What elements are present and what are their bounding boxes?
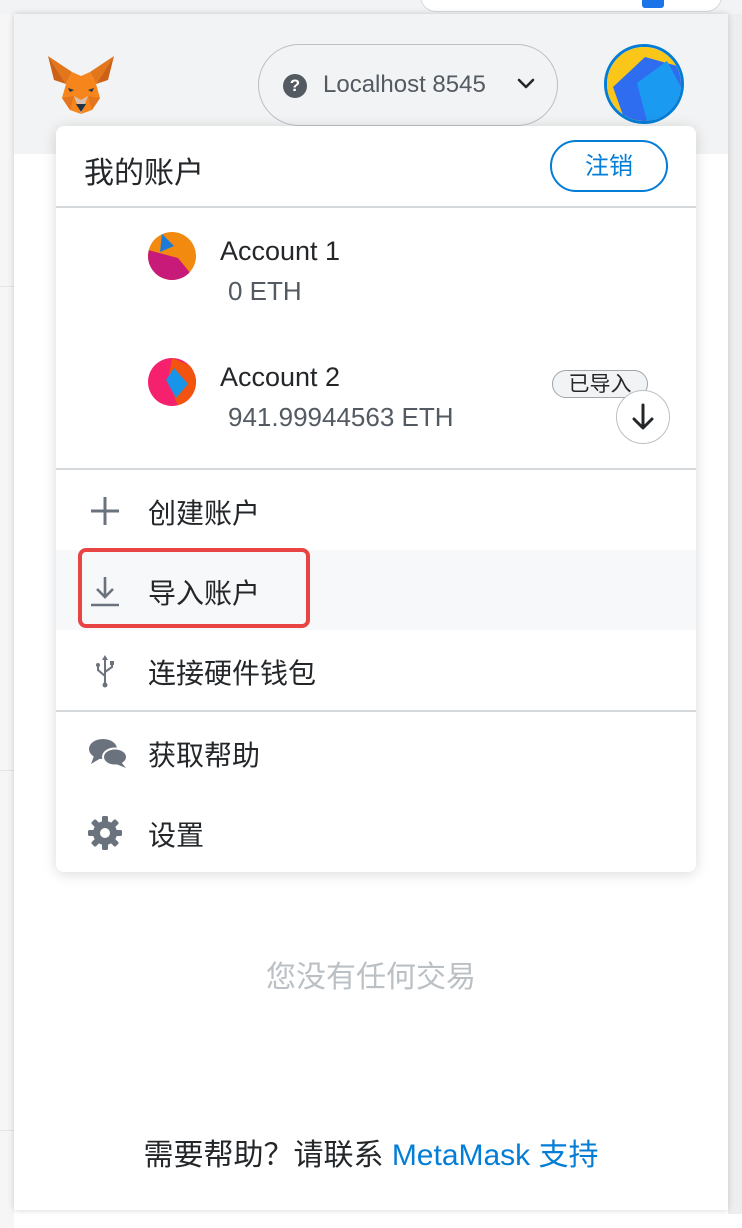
background-page-right-edge [728, 14, 742, 1214]
chat-bubbles-icon [89, 739, 128, 768]
identicon [607, 47, 681, 121]
connect-hardware-item[interactable]: 连接硬件钱包 [56, 630, 696, 710]
plus-icon [91, 497, 119, 525]
browser-toolbar-strip [0, 0, 742, 14]
account-balance: 941.99944563 ETH [228, 402, 454, 432]
account-avatar-button[interactable] [604, 44, 684, 124]
account-name: Account 1 [220, 236, 341, 266]
network-selector[interactable]: ? Localhost 8545 [258, 44, 558, 126]
browser-address-pill [420, 0, 722, 12]
account-identicon [148, 358, 196, 406]
logout-button[interactable]: 注销 [550, 140, 668, 192]
support-prefix: 需要帮助？请联系 [143, 1139, 392, 1172]
background-divider [0, 770, 14, 771]
support-link[interactable]: MetaMask 支持 [392, 1139, 599, 1172]
question-icon: ? [283, 74, 307, 98]
account-menu-title: 我的账户 [84, 157, 204, 190]
account-name: Account 2 [220, 362, 341, 392]
gear-icon [88, 816, 122, 850]
annotation-highlight-box [78, 548, 310, 628]
account-identicon [148, 232, 196, 280]
support-footer: 需要帮助？请联系 MetaMask 支持 [14, 1130, 728, 1174]
empty-transactions-text: 您没有任何交易 [266, 961, 476, 994]
account-item[interactable]: Account 1 0 ETH [56, 208, 696, 334]
account-item[interactable]: Account 2 941.99944563 ETH [56, 334, 696, 466]
settings-label: 设置 [148, 820, 205, 851]
browser-extension-indicator [642, 0, 664, 8]
create-account-label: 创建账户 [148, 498, 261, 529]
account-balance: 0 ETH [228, 276, 302, 306]
account-menu: 我的账户 注销 Account 1 0 ETH Account 2 941.99… [56, 126, 696, 872]
usb-icon [96, 655, 114, 688]
arrow-down-icon [632, 403, 654, 430]
background-divider [0, 1130, 14, 1131]
background-page-left-edge [0, 14, 14, 1228]
chevron-down-icon [517, 78, 535, 89]
scroll-down-button[interactable] [616, 390, 670, 444]
connect-hardware-label: 连接硬件钱包 [148, 658, 317, 689]
background-divider [0, 286, 14, 287]
settings-item[interactable]: 设置 [56, 792, 696, 872]
metamask-fox-logo[interactable] [46, 54, 116, 118]
network-label: Localhost 8545 [323, 71, 486, 98]
support-item[interactable]: 获取帮助 [56, 712, 696, 792]
support-label: 获取帮助 [148, 740, 261, 771]
create-account-item[interactable]: 创建账户 [56, 470, 696, 550]
